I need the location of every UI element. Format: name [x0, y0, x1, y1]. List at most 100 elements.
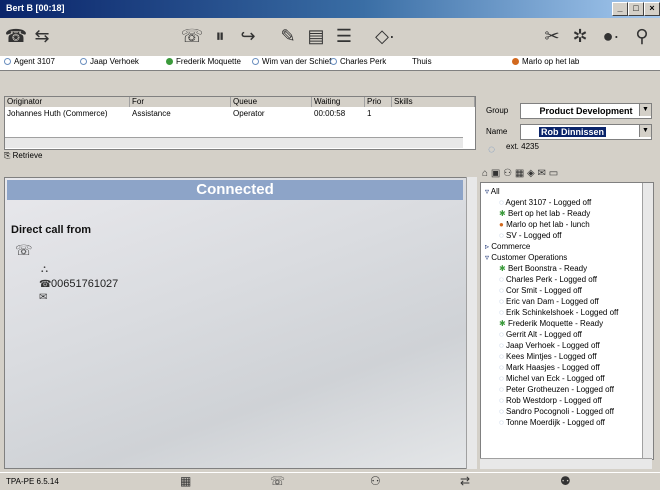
- note-icon[interactable]: ✎: [276, 24, 300, 48]
- tree-item-label: Gerrit Alt - Logged off: [505, 330, 582, 339]
- column-header[interactable]: Queue: [231, 97, 312, 107]
- title-bar: Bert B [00:18] _ □ ×: [0, 0, 660, 18]
- tree-agent[interactable]: ◌ Jaap Verhoek - Logged off: [499, 341, 600, 350]
- tree-agent[interactable]: ✱ Frederik Moquette - Ready: [499, 319, 603, 328]
- name-select[interactable]: Rob Dinnissen ▼: [520, 124, 652, 140]
- logged-off-icon: ◌: [499, 330, 506, 339]
- column-header[interactable]: For: [130, 97, 231, 107]
- transfer-icon[interactable]: ⇆: [30, 24, 54, 48]
- screen-icon[interactable]: ▭: [549, 168, 558, 179]
- column-header[interactable]: Prio: [365, 97, 392, 107]
- settings-icon[interactable]: ✂: [540, 24, 564, 48]
- caller-number[interactable]: 00651761027: [51, 278, 118, 290]
- tree-agent[interactable]: ◌ Gerrit Alt - Logged off: [499, 330, 582, 339]
- calendar-icon[interactable]: ▦: [515, 168, 524, 179]
- building-icon[interactable]: ▣: [491, 168, 500, 179]
- network-icon[interactable]: ⇄: [460, 474, 470, 488]
- window-title: Bert B [00:18]: [6, 3, 65, 13]
- column-header[interactable]: Skills: [392, 97, 475, 107]
- tree-item-label: Frederik Moquette - Ready: [507, 319, 604, 328]
- tree-hscrollbar[interactable]: [480, 458, 652, 469]
- tree-agent[interactable]: ✱ Bert op het lab - Ready: [499, 209, 590, 218]
- chart-icon[interactable]: ✲: [568, 24, 592, 48]
- agent-chip[interactable]: Thuis: [412, 57, 432, 66]
- list-icon[interactable]: ☰: [332, 24, 356, 48]
- logged-off-icon: [252, 58, 259, 65]
- group-label: Group: [486, 106, 509, 115]
- version-label: TPA-PE 6.5.14: [6, 477, 59, 486]
- tree-agent[interactable]: ◌ Charles Perk - Logged off: [499, 275, 597, 284]
- ready-icon: ✱: [499, 319, 508, 328]
- tree-group[interactable]: ▿ All: [485, 187, 500, 196]
- waiting-cell: 00:00:58: [314, 109, 346, 118]
- agent-status-icon[interactable]: ⚇: [370, 474, 381, 488]
- tree-item-label: Commerce: [491, 242, 531, 251]
- tree-agent[interactable]: ✱ Bert Boonstra - Ready: [499, 264, 587, 273]
- agent-chip[interactable]: Marlo op het lab: [512, 57, 579, 66]
- horizontal-scrollbar[interactable]: [5, 137, 463, 148]
- tree-agent[interactable]: ◌ Sandro Pocognoli - Logged off: [499, 407, 614, 416]
- conference-icon[interactable]: ☏: [180, 24, 204, 48]
- tree-agent[interactable]: ◌ SV - Logged off: [499, 231, 561, 240]
- agent-chip[interactable]: Wim van der Schief: [252, 57, 331, 66]
- logged-off-icon: ◌: [499, 231, 506, 240]
- queue-status-icon[interactable]: ▦: [180, 474, 191, 488]
- tree-agent[interactable]: ◌ Cor Smit - Logged off: [499, 286, 582, 295]
- book-icon[interactable]: ▤: [304, 24, 328, 48]
- tree-vscrollbar[interactable]: [642, 183, 653, 459]
- team-icon[interactable]: ⚉: [560, 474, 571, 488]
- tree-item-label: Peter Grotheuzen - Logged off: [505, 385, 614, 394]
- ready-icon: ✱: [499, 209, 508, 218]
- phone-icon[interactable]: ☎: [4, 24, 28, 48]
- prio-cell: 1: [367, 109, 372, 118]
- maximize-button[interactable]: □: [628, 2, 644, 16]
- group-icon[interactable]: ⚇: [503, 168, 512, 179]
- tree-agent[interactable]: ◌ Agent 3107 - Logged off: [499, 198, 591, 207]
- tree-item-label: Agent 3107 - Logged off: [505, 198, 592, 207]
- chat-icon[interactable]: ✉: [538, 168, 546, 179]
- tree-item-label: Michel van Eck - Logged off: [505, 374, 605, 383]
- hold-icon[interactable]: ⏸: [208, 24, 232, 48]
- retrieve-button[interactable]: ⎘ Retrieve: [4, 151, 42, 165]
- agent-chip[interactable]: Agent 3107: [4, 57, 55, 66]
- call-scrollbar[interactable]: [466, 177, 477, 469]
- tree-agent[interactable]: ◌ Peter Grotheuzen - Logged off: [499, 385, 614, 394]
- call-status-icon[interactable]: ☏: [270, 474, 285, 488]
- chevron-down-icon[interactable]: ▼: [639, 125, 651, 137]
- search-icon[interactable]: ⚲: [630, 24, 654, 48]
- column-header[interactable]: Originator: [5, 97, 130, 107]
- tree-agent[interactable]: ◌ Kees Mintjes - Logged off: [499, 352, 597, 361]
- tree-group[interactable]: ▹ Commerce: [485, 242, 530, 251]
- presence-icon: ◌: [488, 142, 496, 156]
- column-header[interactable]: Waiting: [312, 97, 365, 107]
- tag-icon[interactable]: ◈: [527, 168, 535, 179]
- agent-chip[interactable]: Jaap Verhoek: [80, 57, 139, 66]
- close-button[interactable]: ×: [644, 2, 660, 16]
- tag-icon[interactable]: ◇·: [370, 24, 400, 48]
- agent-chip[interactable]: Charles Perk: [330, 57, 386, 66]
- tree-agent[interactable]: ● Marlo op het lab - lunch: [499, 220, 590, 229]
- agent-chip[interactable]: Frederik Moquette: [166, 57, 241, 66]
- logged-off-icon: ◌: [499, 352, 506, 361]
- tree-agent[interactable]: ◌ Eric van Dam - Logged off: [499, 297, 599, 306]
- tree-agent[interactable]: ◌ Erik Schinkelshoek - Logged off: [499, 308, 618, 317]
- ready-icon: [166, 58, 173, 65]
- forward-icon[interactable]: ↪: [236, 24, 260, 48]
- tree-agent[interactable]: ◌ Rob Westdorp - Logged off: [499, 396, 602, 405]
- tree-agent[interactable]: ◌ Mark Haasjes - Logged off: [499, 363, 600, 372]
- tree-item-label: Rob Westdorp - Logged off: [505, 396, 602, 405]
- group-select[interactable]: Product Development ▼: [520, 103, 652, 119]
- tree-agent[interactable]: ◌ Michel van Eck - Logged off: [499, 374, 605, 383]
- status-icon[interactable]: ●·: [596, 24, 626, 48]
- ready-icon: ✱: [499, 264, 508, 273]
- minimize-button[interactable]: _: [612, 2, 628, 16]
- agent-tree: ▿ All ◌ Agent 3107 - Logged off ✱ Bert op …: [480, 182, 654, 460]
- tree-item-label: All: [490, 187, 500, 196]
- chevron-down-icon[interactable]: ▼: [639, 104, 651, 116]
- home-icon[interactable]: ⌂: [482, 168, 488, 179]
- phone-icon: ☎: [39, 279, 52, 290]
- tree-group[interactable]: ▿ Customer Operations: [485, 253, 567, 262]
- lunch-icon: [512, 58, 519, 65]
- tree-item-label: Tonne Moerdijk - Logged off: [505, 418, 605, 427]
- tree-agent[interactable]: ◌ Tonne Moerdijk - Logged off: [499, 418, 605, 427]
